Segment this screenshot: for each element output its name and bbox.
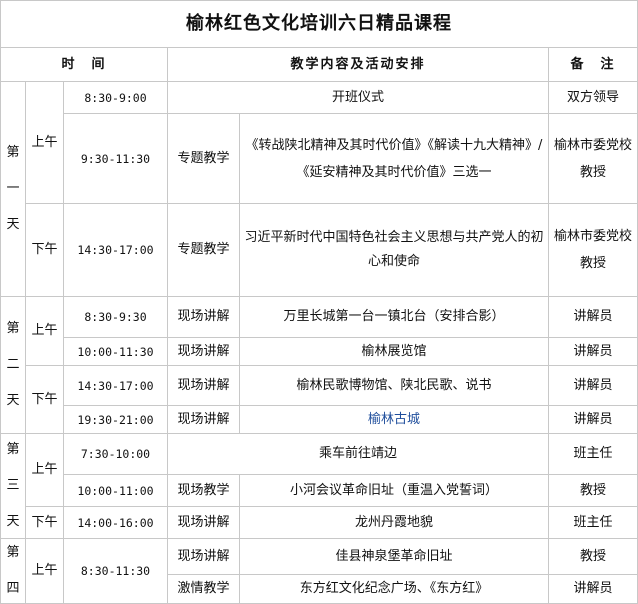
type-cell: 专题教学 [168, 114, 240, 204]
day-label-1: 第 一 天 [0, 82, 26, 297]
header-note: 备 注 [549, 48, 638, 82]
time-cell: 8:30-11:30 [64, 539, 168, 604]
time-cell: 10:00-11:00 [64, 475, 168, 507]
note-cell: 讲解员 [549, 297, 638, 338]
content-cell: 榆林古城 [240, 406, 549, 434]
type-cell: 现场讲解 [168, 539, 240, 575]
content-cell: 开班仪式 [168, 82, 549, 114]
time-cell: 10:00-11:30 [64, 338, 168, 366]
time-cell: 14:30-17:00 [64, 204, 168, 297]
period-cell: 下午 [26, 507, 64, 539]
period-cell: 上午 [26, 297, 64, 366]
day-label-4: 第 四 [0, 539, 26, 604]
note-cell: 榆林市委党校教授 [549, 204, 638, 297]
period-cell: 上午 [26, 434, 64, 507]
content-cell: 《转战陕北精神及其时代价值》《解读十九大精神》/《延安精神及其时代价值》三选一 [240, 114, 549, 204]
type-cell: 专题教学 [168, 204, 240, 297]
content-cell: 习近平新时代中国特色社会主义思想与共产党人的初心和使命 [240, 204, 549, 297]
time-cell: 9:30-11:30 [64, 114, 168, 204]
day-label-3: 第 三 天 [0, 434, 26, 539]
type-cell: 现场讲解 [168, 366, 240, 406]
period-cell: 下午 [26, 366, 64, 434]
sheet-title: 榆林红色文化培训六日精品课程 [0, 0, 638, 48]
note-cell: 讲解员 [549, 406, 638, 434]
content-cell: 万里长城第一台一镇北台（安排合影） [240, 297, 549, 338]
note-cell: 双方领导 [549, 82, 638, 114]
content-cell: 榆林民歌博物馆、陕北民歌、说书 [240, 366, 549, 406]
period-cell: 上午 [26, 82, 64, 204]
note-cell: 班主任 [549, 507, 638, 539]
time-cell: 14:30-17:00 [64, 366, 168, 406]
schedule-sheet: 榆林红色文化培训六日精品课程 时 间 教学内容及活动安排 备 注 第 一 天 第… [0, 0, 638, 604]
note-cell: 榆林市委党校教授 [549, 114, 638, 204]
time-cell: 19:30-21:00 [64, 406, 168, 434]
note-cell: 班主任 [549, 434, 638, 475]
type-cell: 现场讲解 [168, 338, 240, 366]
type-cell: 现场讲解 [168, 507, 240, 539]
note-cell: 讲解员 [549, 338, 638, 366]
time-cell: 8:30-9:30 [64, 297, 168, 338]
type-cell: 现场教学 [168, 475, 240, 507]
content-cell: 龙州丹霞地貌 [240, 507, 549, 539]
content-cell: 东方红文化纪念广场、《东方红》 [240, 575, 549, 604]
type-cell: 现场讲解 [168, 297, 240, 338]
time-cell: 14:00-16:00 [64, 507, 168, 539]
note-cell: 讲解员 [549, 575, 638, 604]
note-cell: 教授 [549, 475, 638, 507]
note-cell: 讲解员 [549, 366, 638, 406]
day-label-2: 第 二 天 [0, 297, 26, 434]
time-cell: 8:30-9:00 [64, 82, 168, 114]
content-cell: 榆林展览馆 [240, 338, 549, 366]
period-cell: 下午 [26, 204, 64, 297]
type-cell: 激情教学 [168, 575, 240, 604]
header-content: 教学内容及活动安排 [168, 48, 549, 82]
content-cell: 小河会议革命旧址（重温入党誓词） [240, 475, 549, 507]
time-cell: 7:30-10:00 [64, 434, 168, 475]
content-cell: 佳县神泉堡革命旧址 [240, 539, 549, 575]
type-cell: 现场讲解 [168, 406, 240, 434]
note-cell: 教授 [549, 539, 638, 575]
header-time: 时 间 [0, 48, 168, 82]
content-cell: 乘车前往靖边 [168, 434, 549, 475]
period-cell: 上午 [26, 539, 64, 604]
